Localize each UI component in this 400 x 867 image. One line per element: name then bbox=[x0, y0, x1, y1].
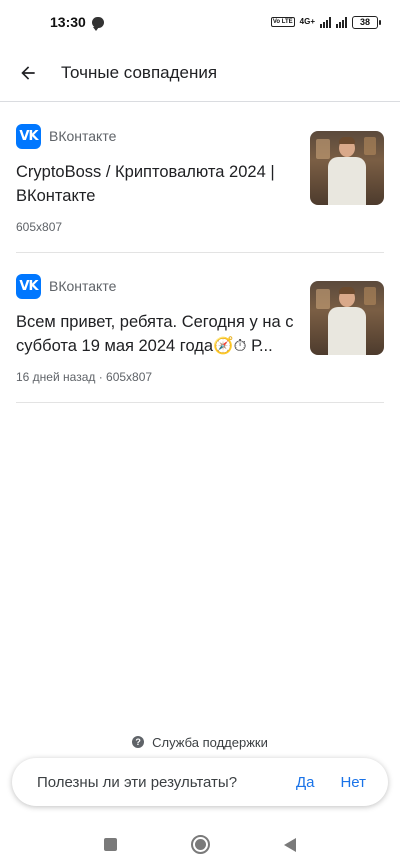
result-meta: 16 дней назад · 605x807 bbox=[16, 370, 153, 384]
arrow-left-icon bbox=[21, 65, 35, 80]
result-text: VK ВКонтакте Всем привет, ребята. Сегодн… bbox=[16, 273, 310, 384]
results-list: VK ВКонтакте CryptoBoss / Криптовалюта 2… bbox=[16, 103, 384, 403]
status-bar: 13:30 Vo LTE 4G+ 38 bbox=[0, 0, 400, 44]
network-type: 4G+ bbox=[299, 17, 315, 26]
system-nav-bar bbox=[0, 822, 400, 867]
result-meta: 605x807 bbox=[16, 220, 63, 234]
nav-back-icon[interactable] bbox=[284, 837, 296, 852]
page-title: Точные совпадения bbox=[61, 62, 218, 82]
result-item[interactable]: VK ВКонтакте CryptoBoss / Криптовалюта 2… bbox=[16, 103, 384, 253]
vk-logo-icon: VK bbox=[16, 273, 41, 299]
support-link[interactable]: ? Служба поддержки bbox=[0, 731, 400, 753]
result-item[interactable]: VK ВКонтакте Всем привет, ребята. Сегодн… bbox=[16, 253, 384, 403]
status-time: 13:30 bbox=[50, 14, 86, 30]
result-title[interactable]: Всем привет, ребята. Сегодня у на с субб… bbox=[16, 310, 298, 358]
vk-logo-icon: VK bbox=[16, 123, 41, 149]
support-label: Служба поддержки bbox=[152, 734, 268, 750]
feedback-yes-button[interactable]: Да bbox=[296, 774, 315, 791]
result-source: VK ВКонтакте bbox=[16, 123, 298, 149]
volte-icon: Vo LTE bbox=[270, 17, 295, 27]
screen: 13:30 Vo LTE 4G+ 38 Точные совпадения VK… bbox=[0, 0, 400, 867]
battery-icon: 38 bbox=[352, 15, 381, 29]
help-icon: ? bbox=[132, 736, 145, 748]
feedback-card: Полезны ли эти результаты? Да Нет bbox=[12, 758, 388, 806]
result-text: VK ВКонтакте CryptoBoss / Криптовалюта 2… bbox=[16, 123, 310, 234]
feedback-no-button[interactable]: Нет bbox=[340, 774, 366, 791]
result-title[interactable]: CryptoBoss / Криптовалюта 2024 | ВКонтак… bbox=[16, 160, 298, 208]
source-name: ВКонтакте bbox=[49, 278, 117, 294]
result-thumbnail[interactable] bbox=[310, 131, 384, 205]
signal-icon bbox=[320, 16, 331, 28]
signal-icon-2 bbox=[336, 16, 347, 28]
app-bar: Точные совпадения bbox=[0, 44, 400, 102]
feedback-question: Полезны ли эти результаты? bbox=[37, 773, 238, 791]
back-button[interactable] bbox=[0, 45, 56, 101]
source-name: ВКонтакте bbox=[49, 128, 117, 144]
recents-icon[interactable] bbox=[104, 838, 117, 851]
result-thumbnail[interactable] bbox=[310, 281, 384, 355]
chat-notification-icon bbox=[91, 16, 104, 31]
result-source: VK ВКонтакте bbox=[16, 273, 298, 299]
home-icon[interactable] bbox=[191, 835, 210, 854]
status-indicators: Vo LTE 4G+ 38 bbox=[270, 15, 381, 29]
